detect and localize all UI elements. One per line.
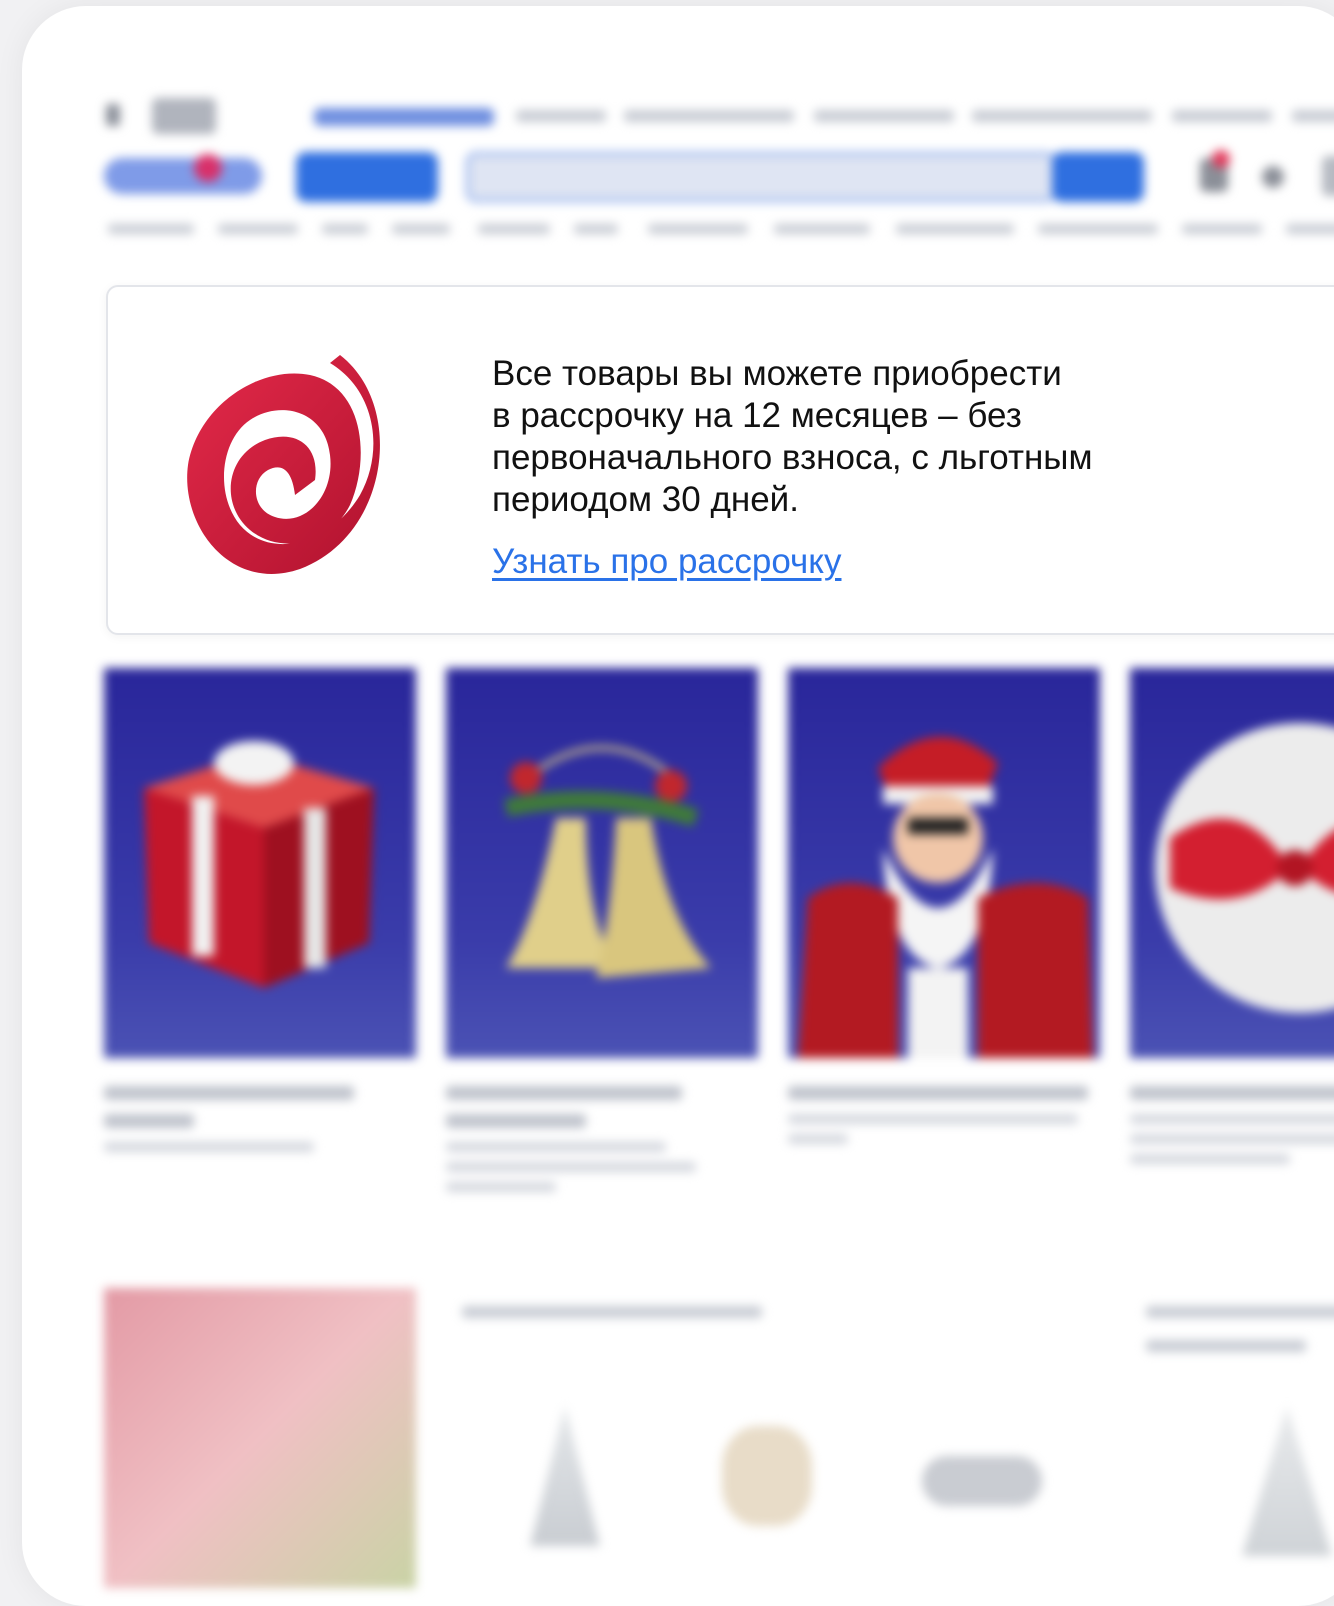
category-link[interactable] bbox=[218, 224, 298, 234]
gift-box-icon bbox=[144, 741, 374, 988]
product-thumb[interactable] bbox=[530, 1406, 600, 1546]
menu-icon[interactable] bbox=[106, 104, 120, 126]
category-link[interactable] bbox=[648, 224, 748, 234]
brand-logo-dot bbox=[194, 154, 222, 182]
category-link[interactable] bbox=[1038, 224, 1158, 234]
catalog-button[interactable] bbox=[296, 152, 438, 202]
top-nav-link[interactable] bbox=[814, 110, 954, 122]
promo-tile-ribbon[interactable] bbox=[1130, 668, 1334, 1058]
top-nav-link[interactable] bbox=[516, 110, 606, 122]
category-link[interactable] bbox=[108, 224, 194, 234]
blurred-page-background bbox=[22, 6, 1334, 1606]
device-frame: Все товары вы можете приобрести в рассро… bbox=[22, 6, 1334, 1606]
category-link[interactable] bbox=[478, 224, 550, 234]
top-nav-active-link[interactable] bbox=[314, 108, 494, 126]
category-link[interactable] bbox=[1182, 224, 1262, 234]
site-logo[interactable] bbox=[152, 98, 216, 134]
installment-promo-card: Все товары вы можете приобрести в рассро… bbox=[106, 285, 1334, 635]
user-icon[interactable] bbox=[1262, 166, 1284, 188]
promo-text-line: Все товары вы можете приобрести bbox=[492, 354, 1062, 393]
tile-caption bbox=[446, 1086, 706, 1202]
christmas-bells-icon bbox=[504, 745, 711, 978]
promo-text-line: периодом 30 дней. bbox=[492, 480, 799, 519]
tile-caption bbox=[1130, 1086, 1334, 1174]
category-link[interactable] bbox=[1286, 224, 1334, 234]
category-link[interactable] bbox=[574, 224, 618, 234]
section-title bbox=[462, 1306, 762, 1318]
section-title bbox=[1146, 1306, 1334, 1318]
promo-tile-santa[interactable] bbox=[788, 668, 1100, 1058]
search-button[interactable] bbox=[1052, 152, 1144, 202]
promo-tile-bells[interactable] bbox=[446, 668, 758, 1058]
category-link[interactable] bbox=[774, 224, 870, 234]
product-thumb[interactable] bbox=[722, 1426, 812, 1526]
top-nav-link[interactable] bbox=[1292, 110, 1334, 122]
top-nav-link[interactable] bbox=[624, 110, 794, 122]
tile-caption bbox=[788, 1086, 1088, 1154]
search-input[interactable] bbox=[466, 152, 1056, 202]
promo-tile-gift[interactable] bbox=[104, 668, 416, 1058]
tile-caption bbox=[104, 1086, 364, 1162]
product-thumb[interactable] bbox=[1242, 1406, 1332, 1556]
learn-installment-link[interactable]: Узнать про рассрочку bbox=[492, 541, 841, 583]
bottom-banner-image[interactable] bbox=[104, 1288, 416, 1588]
section-subtitle bbox=[1146, 1340, 1306, 1352]
promo-description: Все товары вы можете приобрести в рассро… bbox=[492, 353, 1192, 521]
product-thumb[interactable] bbox=[922, 1456, 1042, 1506]
ribbon-bow-icon bbox=[1155, 723, 1334, 1013]
installment-spiral-logo bbox=[187, 355, 380, 574]
brand-logo[interactable] bbox=[104, 158, 262, 194]
category-link[interactable] bbox=[896, 224, 1014, 234]
category-link[interactable] bbox=[392, 224, 450, 234]
notification-badge bbox=[1212, 150, 1230, 168]
top-nav-link[interactable] bbox=[1172, 110, 1272, 122]
category-link[interactable] bbox=[322, 224, 368, 234]
cart-icon[interactable] bbox=[1322, 156, 1334, 196]
top-nav-link[interactable] bbox=[972, 110, 1152, 122]
promo-text-line: первоначального взноса, с льготным bbox=[492, 438, 1093, 477]
promo-text-line: в рассрочку на 12 месяцев – без bbox=[492, 396, 1022, 435]
santa-claus-image bbox=[798, 736, 1093, 1058]
